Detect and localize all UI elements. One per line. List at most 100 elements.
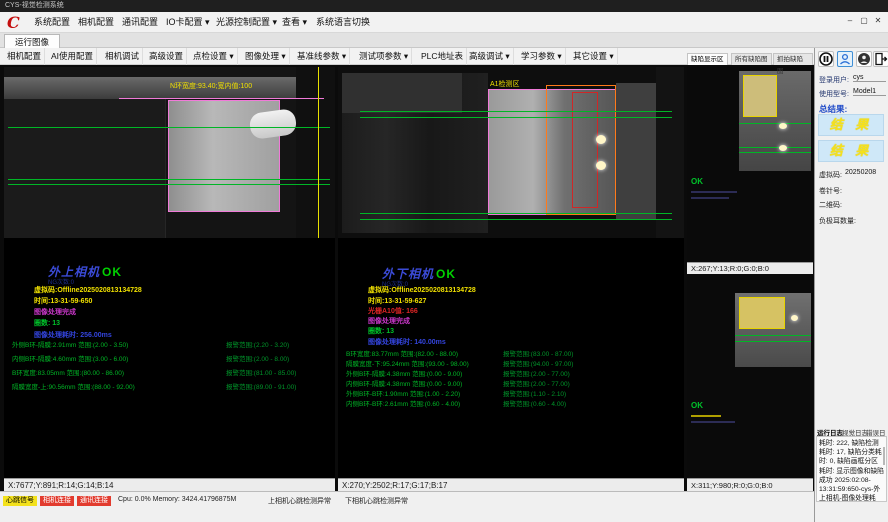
time-line: 时间:13-31-59-650 xyxy=(34,296,92,306)
pixel-coord-readout-thumb1: X:267;Y:13;R:0;G:0;B:0 xyxy=(687,262,813,274)
dim-log-line xyxy=(691,415,721,417)
tab-strip: 运行图像 xyxy=(0,33,888,48)
measurement-value: 隔膜宽度-下:95.24mm 范围:(93.00 - 98.00) xyxy=(346,358,469,368)
alarm-range: 报警范围:(81.00 - 85.00) xyxy=(226,367,296,377)
result-box-lower: 结 果 xyxy=(818,140,884,162)
camera-link-badge: 相机连接 xyxy=(40,496,74,506)
tool-camera-debug[interactable]: 相机调试 xyxy=(102,48,143,65)
tab-defect-display[interactable]: 缺陷显示区 xyxy=(687,53,728,65)
camera-image-lower[interactable]: A1检测区 xyxy=(338,67,684,238)
measure-line-green xyxy=(739,123,811,124)
measurement-value: 内侧B环-隔膜:4.60mm 范围:(3.00 - 6.00) xyxy=(12,353,128,363)
pause-button[interactable] xyxy=(818,51,834,67)
exit-button[interactable] xyxy=(873,51,888,67)
pixel-coord-readout-thumb2: X:311;Y:980;R:0;G:0;B:0 xyxy=(687,478,813,491)
alarm-range: 报警范围:(1.10 - 2.10) xyxy=(503,388,566,398)
virtual-code-line: 虚拟码:Offline2025020813134728 xyxy=(34,285,142,295)
menu-system-config[interactable]: 系统配置 xyxy=(30,12,74,33)
measure-line-green xyxy=(8,127,330,128)
alarm-range: 报警范围:(94.00 - 97.00) xyxy=(503,358,573,368)
measure-line-green xyxy=(739,147,811,148)
defect-view-tabs: 缺陷显示区 所有缺陷图 抓拍缺陷图 xyxy=(687,53,813,65)
pixel-coord-readout-lower: X:270;Y:2502;R:17;G:17;B:17 xyxy=(338,478,684,491)
menu-comm-config[interactable]: 通讯配置 xyxy=(118,12,162,33)
maximize-button[interactable]: ▢ xyxy=(858,15,870,27)
tool-advanced-debug[interactable]: 高级调试 ▾ xyxy=(466,48,514,65)
menu-io-config[interactable]: IO卡配置 ▾ xyxy=(162,12,214,33)
result-ok-text: OK xyxy=(436,267,456,281)
machine-body-right xyxy=(296,67,335,238)
tool-other-settings[interactable]: 其它设置 ▾ xyxy=(570,48,618,65)
tab-run-image[interactable]: 运行图像 xyxy=(4,34,60,48)
turn-count-line: 圈数: 13 xyxy=(34,318,60,328)
ref-line-yellow xyxy=(318,67,319,238)
menu-camera-config[interactable]: 相机配置 xyxy=(74,12,118,33)
turn-count-line: 圈数: 13 xyxy=(368,326,394,336)
tool-camera-config[interactable]: 相机配置 xyxy=(4,48,45,65)
comm-link-badge: 通讯连接 xyxy=(77,496,111,506)
title-bar: CYS-视觉检测系统 xyxy=(0,0,888,12)
defect-thumbnail-1[interactable]: OK xyxy=(687,67,813,262)
upper-cam-warning: 上相机心跳检测异常 xyxy=(268,496,331,506)
tool-spotcheck-set[interactable]: 点检设置 ▾ xyxy=(190,48,238,65)
dim-log-line xyxy=(691,421,735,423)
measure-line-green xyxy=(735,335,811,336)
tool-test-params[interactable]: 测试项参数 ▾ xyxy=(356,48,412,65)
login-user-value: cys xyxy=(853,74,886,82)
cell-highlight xyxy=(743,75,777,117)
defect-thumbnail-2[interactable]: OK xyxy=(687,275,813,478)
menu-light-config[interactable]: 光源控制配置 ▾ xyxy=(212,12,281,33)
pixel-coord-readout-upper: X:7677;Y:891;R:14;G:14;B:14 xyxy=(4,478,335,491)
roi-rect-red xyxy=(572,92,598,208)
camera-image-upper[interactable]: N环宽度:93.40;宽内值:100 xyxy=(4,67,335,238)
model-value[interactable]: Model1 xyxy=(853,88,886,96)
tool-learning-params[interactable]: 学习参数 ▾ xyxy=(518,48,566,65)
menu-language-switch[interactable]: 系统语言切换 xyxy=(312,12,374,33)
control-panel: 登录用户: cys 使用型号: Model1 总结果: 结 果 结 果 虚拟码:… xyxy=(814,48,888,522)
tool-image-process[interactable]: 图像处理 ▾ xyxy=(242,48,290,65)
measurement-value: B环宽度:83.05mm 范围:(80.00 - 86.00) xyxy=(12,367,124,377)
measurement-value: 隔膜宽度-上:90.56mm 范围:(88.00 - 92.00) xyxy=(12,381,135,391)
qrcode-label: 二维码: xyxy=(819,200,842,210)
alarm-range: 报警范围:(83.00 - 87.00) xyxy=(503,348,573,358)
measure-line-green xyxy=(735,341,811,342)
measurement-value: 外侧B环-B环:1.90mm 范围:(1.00 - 2.20) xyxy=(346,388,460,398)
tool-plc-table[interactable]: PLC地址表 xyxy=(418,48,467,65)
camera-panel-upper[interactable]: N环宽度:93.40;宽内值:100 外上相机OK NG次数:0 虚拟码:Off… xyxy=(4,67,335,478)
tape-roller xyxy=(248,108,297,140)
measure-line-green xyxy=(360,213,672,214)
virtual-code-value: 20250208 xyxy=(845,169,886,176)
log-text-area[interactable]: 耗时: 222, 缺陷检测耗时: 17, 缺陷分类耗时: 0, 缺陷画框分区耗时… xyxy=(816,436,887,502)
tool-baseline-params[interactable]: 基准线参数 ▾ xyxy=(294,48,350,65)
model-label: 使用型号: xyxy=(819,89,849,99)
log-scrollbar[interactable] xyxy=(883,447,885,465)
alarm-range: 报警范围:(0.60 - 4.00) xyxy=(503,398,566,408)
virtual-code-label: 虚拟码: xyxy=(819,170,842,180)
close-button[interactable]: ✕ xyxy=(872,15,884,27)
app-window: CYS-视觉检测系统 C 系统配置 相机配置 通讯配置 IO卡配置 ▾ 光源控制… xyxy=(0,0,888,522)
camera-panel-lower[interactable]: A1检测区 外下相机OK NG次数:0 虚拟码:Offline202502081… xyxy=(338,67,684,478)
measurement-value: 外侧B环-隔膜:4.38mm 范围:(0.00 - 9.00) xyxy=(346,368,462,378)
machine-top-plate xyxy=(342,73,462,113)
minimize-button[interactable]: – xyxy=(844,15,856,27)
time-line: 时间:13-31-59-627 xyxy=(368,296,426,306)
dim-log-line xyxy=(691,197,729,199)
cpu-memory-text: Cpu: 0.0% Memory: 3424.41796875M xyxy=(118,496,236,503)
thumb-status-text: OK xyxy=(691,177,703,186)
tool-ai-config[interactable]: AI使用配置 xyxy=(48,48,97,65)
menu-view[interactable]: 查看 ▾ xyxy=(278,12,311,33)
status-bar: 心跳信号 相机连接 通讯连接 Cpu: 0.0% Memory: 3424.41… xyxy=(0,491,814,522)
login-user-label: 登录用户: xyxy=(819,75,849,85)
process-time-line: 图像处理耗时: 140.00ms xyxy=(368,337,446,347)
reflection-glint xyxy=(779,145,787,151)
operator-button[interactable] xyxy=(856,51,872,67)
measurement-value: B环宽度:83.77mm 范围:(82.00 - 88.00) xyxy=(346,348,458,358)
window-title: CYS-视觉检测系统 xyxy=(5,2,64,9)
login-user-button[interactable] xyxy=(837,51,853,67)
image-annotation: N环宽度:93.40;宽内值:100 xyxy=(170,81,252,91)
process-done-line: 图像处理完成 xyxy=(34,307,76,317)
image-annotation: A1检测区 xyxy=(490,79,520,89)
tool-advanced-set[interactable]: 高级设置 xyxy=(146,48,187,65)
tab-capture-defects[interactable]: 抓拍缺陷图 xyxy=(773,53,813,65)
tab-all-defects[interactable]: 所有缺陷图 xyxy=(731,53,772,65)
